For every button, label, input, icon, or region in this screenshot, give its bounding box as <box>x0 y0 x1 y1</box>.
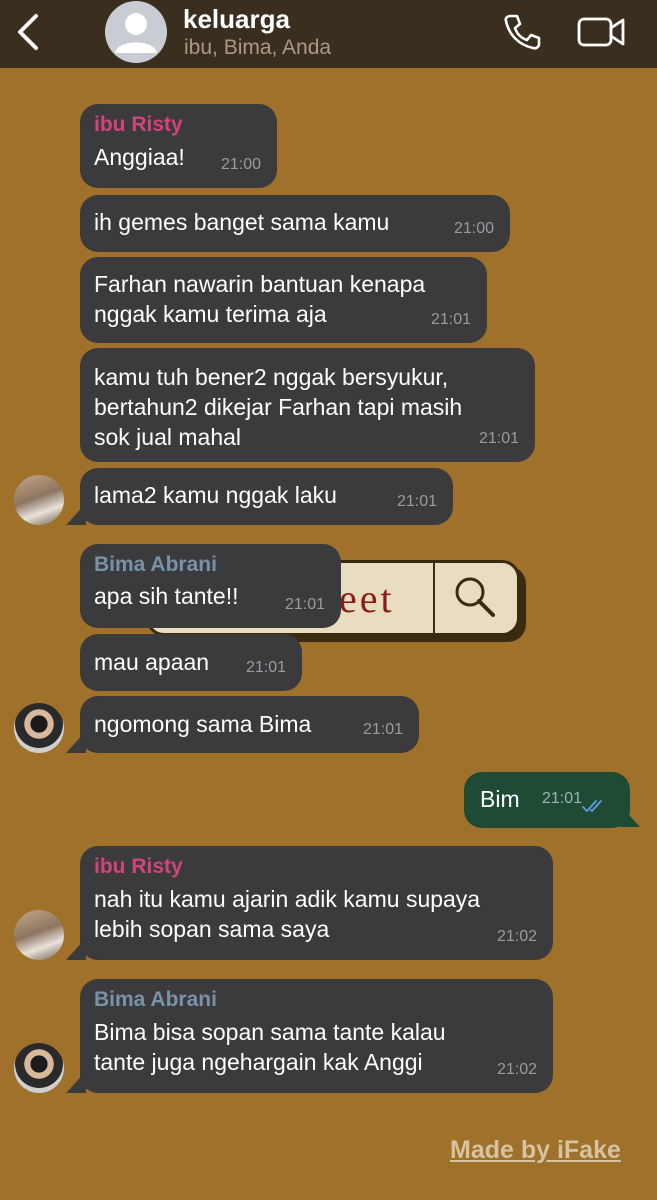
message-bubble[interactable]: ibu Risty Anggiaa! 21:00 <box>80 104 277 188</box>
sender-avatar[interactable] <box>14 703 64 753</box>
message-time: 21:01 <box>284 596 325 613</box>
message-text: ih gemes banget sama kamu <box>94 209 390 235</box>
message-time: 21:01 <box>396 493 437 510</box>
message-bubble[interactable]: ngomong sama Bima 21:01 <box>80 696 419 753</box>
message-time: 21:00 <box>220 156 261 173</box>
sender-name: ibu Risty <box>94 855 183 878</box>
sender-avatar[interactable] <box>14 475 64 525</box>
back-chevron-icon[interactable] <box>14 12 44 52</box>
message-bubble[interactable]: kamu tuh bener2 nggak bersyukur, bertahu… <box>80 348 535 462</box>
message-bubble[interactable]: Bima Abrani apa sih tante!! 21:01 <box>80 544 341 628</box>
sticker-text: eet <box>339 576 395 621</box>
sender-avatar[interactable] <box>14 910 64 960</box>
message-time: 21:01 <box>430 311 471 328</box>
message-time: 21:02 <box>496 928 537 945</box>
message-bubble[interactable]: Farhan nawarin bantuan kenapa nggak kamu… <box>80 257 487 343</box>
chat-title[interactable]: keluarga <box>183 4 290 35</box>
chat-participants: ibu, Bima, Anda <box>184 36 332 59</box>
sender-avatar[interactable] <box>14 1043 64 1093</box>
message-text: nah itu kamu ajarin adik kamu supaya leb… <box>94 886 481 942</box>
person-placeholder-icon <box>115 13 157 53</box>
phone-call-icon[interactable] <box>502 12 542 52</box>
message-text: kamu tuh bener2 nggak bersyukur, bertahu… <box>94 364 463 450</box>
sticker-divider <box>433 563 435 633</box>
sender-name: ibu Risty <box>94 113 183 136</box>
message-text: Bima bisa sopan sama tante kalau tante j… <box>94 1019 446 1075</box>
message-time: 21:01 <box>478 430 519 447</box>
sender-name: Bima Abrani <box>94 553 217 576</box>
message-time: 21:01 <box>541 790 582 807</box>
message-text: lama2 kamu nggak laku <box>94 482 337 508</box>
message-bubble[interactable]: mau apaan 21:01 <box>80 634 302 691</box>
message-text: ngomong sama Bima <box>94 711 312 737</box>
group-avatar[interactable] <box>105 1 167 63</box>
message-text: Farhan nawarin bantuan kenapa nggak kamu… <box>94 271 426 327</box>
message-time: 21:01 <box>245 659 286 676</box>
chat-header: keluarga ibu, Bima, Anda <box>0 0 657 68</box>
read-receipt-icon <box>582 800 602 812</box>
message-time: 21:01 <box>362 721 403 738</box>
message-time: 21:00 <box>453 220 494 237</box>
message-bubble[interactable]: Bima Abrani Bima bisa sopan sama tante k… <box>80 979 553 1093</box>
sender-name: Bima Abrani <box>94 988 217 1011</box>
watermark-link[interactable]: Made by iFake <box>450 1136 621 1165</box>
message-time: 21:02 <box>496 1061 537 1078</box>
message-bubble[interactable]: lama2 kamu nggak laku 21:01 <box>80 468 453 525</box>
magnifier-icon <box>455 577 495 617</box>
message-bubble[interactable]: ibu Risty nah itu kamu ajarin adik kamu … <box>80 846 553 960</box>
video-call-icon[interactable] <box>576 14 626 50</box>
outgoing-message-bubble[interactable]: Bim 21:01 <box>464 772 630 828</box>
message-bubble[interactable]: ih gemes banget sama kamu 21:00 <box>80 195 510 252</box>
